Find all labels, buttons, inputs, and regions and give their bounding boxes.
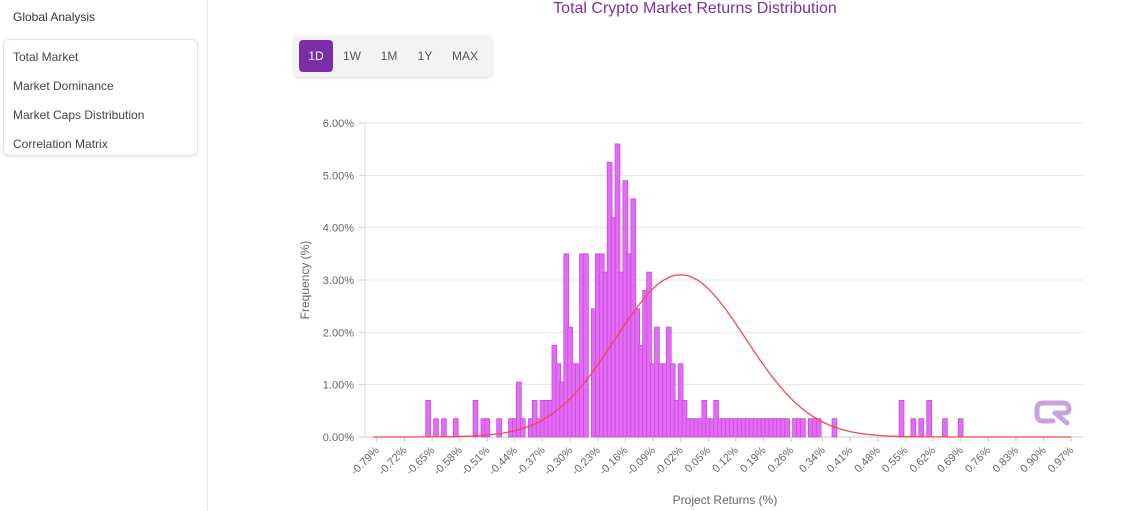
histogram-bar <box>425 399 431 438</box>
histogram-bar <box>433 418 439 438</box>
histogram-bar <box>898 399 905 438</box>
y-tick-label: 1.00% <box>323 380 354 392</box>
logo-icon <box>1034 400 1072 426</box>
histogram-bar <box>957 418 964 438</box>
x-tick-label: 0.48% <box>852 444 883 475</box>
x-tick-label: -0.02% <box>653 444 686 477</box>
x-tick-label: -0.37% <box>515 444 548 477</box>
y-tick-label: 4.00% <box>323 223 354 235</box>
x-tick-label: 0.41% <box>825 444 856 475</box>
histogram-bar <box>918 418 925 438</box>
x-tick-label: -0.44% <box>487 444 520 477</box>
x-tick-label: -0.58% <box>432 444 465 477</box>
x-tick-label: -0.30% <box>542 444 575 477</box>
x-axis-title: Project Returns (%) <box>673 493 778 507</box>
x-tick-label: 0.55% <box>880 444 911 475</box>
histogram-bar <box>910 418 917 438</box>
x-tick-label: 0.62% <box>908 444 939 475</box>
x-tick-label: -0.65% <box>404 444 437 477</box>
x-tick-label: -0.51% <box>459 444 492 477</box>
y-tick-label: 3.00% <box>323 275 354 287</box>
x-tick-label: 0.90% <box>1018 444 1049 475</box>
histogram-bar <box>784 418 790 438</box>
y-tick-label: 6.00% <box>323 118 354 130</box>
x-tick-label: 0.34% <box>797 444 828 475</box>
histogram-bar <box>452 418 459 438</box>
x-tick-label: -0.09% <box>625 444 658 477</box>
y-tick-label: 2.00% <box>323 327 354 339</box>
histogram-bar <box>583 253 589 438</box>
x-tick-label: -0.79% <box>349 444 382 477</box>
x-tick-label: 0.26% <box>766 444 797 475</box>
x-tick-label: -0.72% <box>376 444 409 477</box>
logo <box>1033 397 1073 432</box>
x-tick-label: 0.76% <box>963 444 994 475</box>
x-tick-label: -0.16% <box>597 444 630 477</box>
x-tick-label: 0.12% <box>710 444 741 475</box>
histogram-bar <box>926 399 932 438</box>
x-tick-label: 0.83% <box>991 444 1022 475</box>
x-tick-label: 0.05% <box>683 444 714 475</box>
y-axis-title: Frequency (%) <box>298 241 312 320</box>
histogram-bar <box>942 418 948 438</box>
histogram-bar <box>441 418 447 438</box>
y-tick-label: 0.00% <box>323 432 354 444</box>
y-tick-label: 5.00% <box>323 170 354 182</box>
histogram-chart: 0.00% 1.00% 2.00% 3.00% 4.00% 5.00% 6.00% -0.79… <box>298 118 1083 507</box>
histogram-bar <box>472 399 479 438</box>
x-tick-label: 0.69% <box>935 444 966 475</box>
x-tick-label: -0.23% <box>570 444 603 477</box>
x-tick-label: 0.97% <box>1046 444 1077 475</box>
x-tick-label: 0.19% <box>738 444 769 475</box>
histogram-bar <box>800 418 806 438</box>
